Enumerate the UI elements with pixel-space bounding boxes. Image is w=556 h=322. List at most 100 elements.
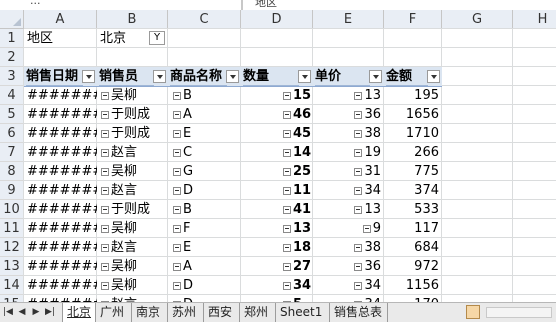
cell-product[interactable]: A	[173, 257, 241, 276]
row-header-3[interactable]: 3	[0, 67, 24, 86]
cell-price[interactable]: 31	[313, 162, 384, 181]
row-header-2[interactable]: 2	[0, 48, 24, 67]
collapse-icon[interactable]	[354, 186, 363, 195]
cell-quantity[interactable]: 5	[283, 295, 313, 302]
column-header-h[interactable]: H	[513, 10, 556, 29]
row-header-12[interactable]: 12	[0, 238, 24, 257]
row-header-11[interactable]: 11	[0, 219, 24, 238]
cell-salesperson[interactable]: 于则成	[101, 124, 168, 143]
header-dropdown-icon[interactable]	[427, 70, 440, 83]
row-header-5[interactable]: 5	[0, 105, 24, 124]
row-header-6[interactable]: 6	[0, 124, 24, 143]
cell-quantity[interactable]: 45	[283, 124, 313, 143]
row-header-10[interactable]: 10	[0, 200, 24, 219]
cell-price[interactable]: 13	[313, 86, 384, 105]
cell-quantity[interactable]: 34	[283, 276, 313, 295]
cell-quantity[interactable]: 41	[283, 200, 313, 219]
row-header-14[interactable]: 14	[0, 276, 24, 295]
cell-date[interactable]: #######	[27, 162, 97, 181]
row-header-13[interactable]: 13	[0, 257, 24, 276]
collapse-icon[interactable]	[362, 224, 371, 233]
collapse-icon[interactable]	[173, 186, 181, 195]
cell-product[interactable]: D	[173, 276, 241, 295]
row-header-8[interactable]: 8	[0, 162, 24, 181]
next-sheet-icon[interactable]: ▶	[30, 306, 42, 318]
cell-product[interactable]: D	[173, 181, 241, 200]
cell-amount[interactable]: 374	[384, 181, 442, 200]
cell-quantity[interactable]: 13	[283, 219, 313, 238]
collapse-icon[interactable]	[101, 186, 109, 195]
cell-date[interactable]: #######	[27, 200, 97, 219]
cell-price[interactable]: 34	[313, 295, 384, 302]
collapse-icon[interactable]	[173, 167, 181, 176]
collapse-icon[interactable]	[283, 110, 291, 119]
collapse-icon[interactable]	[283, 262, 291, 271]
collapse-icon[interactable]	[283, 205, 291, 214]
cell-amount[interactable]: 117	[384, 219, 442, 238]
sheet-tab[interactable]: 南京	[132, 303, 168, 322]
new-sheet-icon[interactable]	[466, 305, 480, 319]
collapse-icon[interactable]	[354, 91, 363, 100]
cell-amount[interactable]: 684	[384, 238, 442, 257]
header-dropdown-icon[interactable]	[82, 70, 95, 83]
cell-salesperson[interactable]: 于则成	[101, 105, 168, 124]
row-header-1[interactable]: 1	[0, 29, 24, 48]
cell-salesperson[interactable]: 赵言	[101, 238, 168, 257]
row-header-4[interactable]: 4	[0, 86, 24, 105]
cell-amount[interactable]: 1710	[384, 124, 442, 143]
column-header-a[interactable]: A	[24, 10, 97, 29]
collapse-icon[interactable]	[354, 148, 363, 157]
cell-product[interactable]: C	[173, 143, 241, 162]
cell-date[interactable]: #######	[27, 295, 97, 302]
cell-price[interactable]: 13	[313, 200, 384, 219]
cell-quantity[interactable]: 18	[283, 238, 313, 257]
collapse-icon[interactable]	[354, 167, 363, 176]
cell-salesperson[interactable]: 于则成	[101, 200, 168, 219]
collapse-icon[interactable]	[283, 224, 291, 233]
filter-dropdown-icon[interactable]: Y	[149, 31, 165, 45]
collapse-icon[interactable]	[101, 129, 109, 138]
cell-amount[interactable]: 775	[384, 162, 442, 181]
cell-quantity[interactable]: 25	[283, 162, 313, 181]
cell-date[interactable]: #######	[27, 143, 97, 162]
collapse-icon[interactable]	[283, 281, 291, 290]
cell-quantity[interactable]: 15	[283, 86, 313, 105]
cell-product[interactable]: F	[173, 219, 241, 238]
last-sheet-icon[interactable]: ▶|	[44, 306, 56, 318]
cell-amount[interactable]: 1156	[384, 276, 442, 295]
header-dropdown-icon[interactable]	[153, 70, 166, 83]
cell-product[interactable]: E	[173, 124, 241, 143]
sheet-tab[interactable]: 郑州	[240, 303, 276, 322]
spreadsheet-grid[interactable]: ABCDEFGH123456789101112131415地区北京Y销售日期销售…	[0, 10, 556, 302]
collapse-icon[interactable]	[354, 110, 363, 119]
header-dropdown-icon[interactable]	[298, 70, 311, 83]
cell-amount[interactable]: 1656	[384, 105, 442, 124]
collapse-icon[interactable]	[173, 281, 181, 290]
sheet-tab[interactable]: 西安	[204, 303, 240, 322]
sheet-tab[interactable]: 广州	[96, 303, 132, 322]
collapse-icon[interactable]	[173, 91, 181, 100]
cell-product[interactable]: B	[173, 200, 241, 219]
cell-quantity[interactable]: 14	[283, 143, 313, 162]
column-header-f[interactable]: F	[384, 10, 442, 29]
cell-date[interactable]: #######	[27, 276, 97, 295]
cell-price[interactable]: 34	[313, 276, 384, 295]
collapse-icon[interactable]	[283, 243, 291, 252]
sheet-tab[interactable]: Sheet1	[276, 303, 330, 322]
collapse-icon[interactable]	[101, 167, 109, 176]
cell-amount[interactable]: 195	[384, 86, 442, 105]
column-header-e[interactable]: E	[313, 10, 384, 29]
horizontal-scrollbar[interactable]	[486, 307, 552, 318]
cell-product[interactable]: G	[173, 162, 241, 181]
cell-salesperson[interactable]: 吴柳	[101, 86, 168, 105]
collapse-icon[interactable]	[354, 205, 363, 214]
collapse-icon[interactable]	[173, 224, 181, 233]
cell-amount[interactable]: 170	[384, 295, 442, 302]
collapse-icon[interactable]	[283, 186, 291, 195]
collapse-icon[interactable]	[173, 110, 181, 119]
collapse-icon[interactable]	[173, 148, 181, 157]
collapse-icon[interactable]	[283, 148, 291, 157]
collapse-icon[interactable]	[101, 148, 109, 157]
cell-salesperson[interactable]: 赵言	[101, 181, 168, 200]
cell-date[interactable]: #######	[27, 124, 97, 143]
